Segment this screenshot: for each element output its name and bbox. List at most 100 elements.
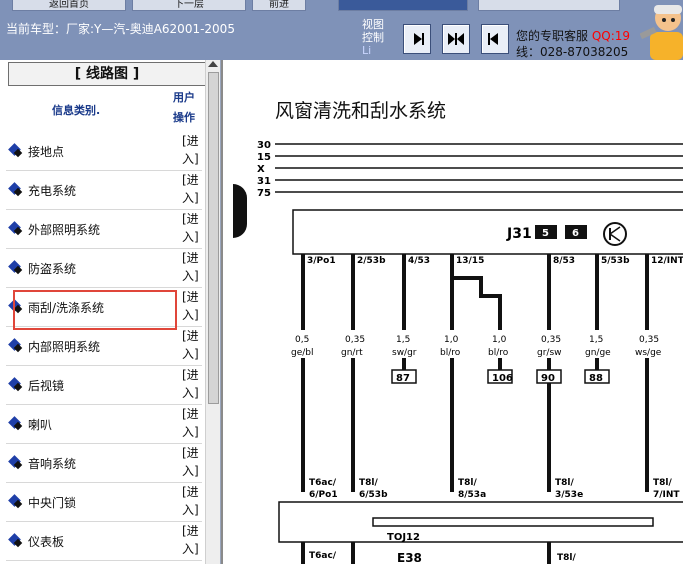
pin-label: 12/INT	[651, 256, 683, 266]
enter-link[interactable]: [进入]	[182, 522, 204, 558]
enter-link[interactable]: [进入]	[182, 366, 204, 402]
column-action: 用户操作	[173, 91, 195, 124]
arrow-right-icon	[414, 33, 424, 45]
category-icon-shadow	[13, 421, 23, 431]
connector-label: T8l/	[458, 478, 477, 488]
list-item[interactable]: 仪表板 [进入]	[6, 522, 202, 561]
enter-link[interactable]: [进入]	[182, 327, 204, 363]
wire-size: 1,0	[444, 335, 459, 345]
customer-service: 您的专职客服 QQ:19 线：028-87038205	[516, 28, 630, 60]
wiring-diagram-panel: 风窗清洗和刮水系统 30 15 X 31 75 J31 5 6 3/Po1 2/53b 4/53 13…	[221, 60, 683, 564]
enter-link[interactable]: [进入]	[182, 171, 204, 207]
module-name: J31	[506, 226, 532, 242]
next-level-button[interactable]: 下一层	[132, 0, 246, 11]
view-control-text: 视图控制	[362, 18, 384, 44]
category-label[interactable]: 防盗系统	[28, 260, 76, 277]
transistor-icon	[603, 222, 627, 246]
wire-color: ge/bl	[291, 348, 314, 358]
connector-label: T6ac/	[309, 551, 337, 561]
list-item[interactable]: 外部照明系统 [进入]	[6, 210, 202, 249]
category-label[interactable]: 内部照明系统	[28, 338, 100, 355]
list-item[interactable]: 防盗系统 [进入]	[6, 249, 202, 288]
category-icon-shadow	[13, 382, 23, 392]
column-category: 信息类别.	[52, 104, 101, 117]
service-label: 您的专职客服	[516, 29, 589, 43]
category-label[interactable]: 喇叭	[28, 416, 52, 433]
enter-link[interactable]: [进入]	[182, 249, 204, 285]
wire-size: 1,5	[589, 335, 603, 345]
sidebar-title: [ 线路图 ]	[8, 62, 206, 86]
category-icon-shadow	[13, 499, 23, 509]
wire-size: 0,35	[345, 335, 365, 345]
rail-label: 30	[257, 140, 271, 151]
list-item[interactable]: 内部照明系统 [进入]	[6, 327, 202, 366]
wire-size: 1,5	[396, 335, 410, 345]
enter-link[interactable]: [进入]	[182, 483, 204, 519]
list-item[interactable]: 中央门锁 [进入]	[6, 483, 202, 522]
list-item[interactable]: 喇叭 [进入]	[6, 405, 202, 444]
pin-label: 4/53	[408, 256, 430, 266]
rail-label: X	[257, 164, 265, 175]
top-bar: 返回首页 下一层 前进	[0, 0, 683, 18]
rail-label: 75	[257, 188, 271, 199]
mascot-image	[639, 0, 683, 60]
category-icon-shadow	[13, 187, 23, 197]
service-qq[interactable]: QQ:19	[592, 29, 630, 43]
wire-color: sw/gr	[392, 348, 417, 358]
component-box	[278, 501, 683, 543]
pin-label: 8/53	[553, 256, 575, 266]
forward-button[interactable]: 前进	[252, 0, 306, 11]
connector-label: 7/INT	[653, 490, 680, 500]
arrow-left-icon	[488, 33, 498, 45]
pin-label: 13/15	[456, 256, 484, 266]
scroll-up-icon[interactable]	[208, 61, 218, 67]
category-label[interactable]: 仪表板	[28, 533, 64, 550]
wire-color: bl/ro	[488, 348, 509, 358]
sidebar-scrollbar[interactable]	[205, 60, 220, 564]
category-label[interactable]: 后视镜	[28, 377, 64, 394]
toolbar: 当前车型：厂家:Y—汽-奥迪A62001-2005 视图控制 Li 您的专职客服…	[0, 18, 683, 60]
view-both-button[interactable]	[442, 24, 470, 54]
category-label[interactable]: 音响系统	[28, 455, 76, 472]
module-box-2-label: 6	[572, 228, 579, 239]
category-label[interactable]: 接地点	[28, 143, 64, 160]
category-label[interactable]: 充电系统	[28, 182, 76, 199]
list-item[interactable]: 后视镜 [进入]	[6, 366, 202, 405]
connector-label: T8l/	[359, 478, 378, 488]
top-tab[interactable]	[478, 0, 620, 11]
rail-label: 31	[257, 176, 271, 187]
enter-link[interactable]: [进入]	[182, 444, 204, 480]
ref-label: 87	[396, 373, 410, 384]
home-button[interactable]: 返回首页	[12, 0, 126, 11]
category-label[interactable]: 外部照明系统	[28, 221, 100, 238]
arrow-both-icon	[448, 33, 464, 45]
connector-label: 6/53b	[359, 490, 388, 500]
enter-link[interactable]: [进入]	[182, 288, 204, 324]
enter-link[interactable]: [进入]	[182, 210, 204, 246]
view-left-button[interactable]	[481, 24, 509, 54]
ref-label: 88	[589, 373, 603, 384]
ref-label: 106	[492, 373, 513, 384]
wire-size: 1,0	[492, 335, 507, 345]
list-item[interactable]: 音响系统 [进入]	[6, 444, 202, 483]
component-label-2: E38	[397, 551, 422, 564]
wire-color: gn/rt	[341, 348, 363, 358]
module-box-1-label: 5	[542, 228, 549, 239]
scroll-thumb[interactable]	[208, 72, 219, 404]
category-icon-shadow	[13, 460, 23, 470]
list-item[interactable]: 充电系统 [进入]	[6, 171, 202, 210]
enter-link[interactable]: [进入]	[182, 405, 204, 441]
category-icon-shadow	[13, 265, 23, 275]
view-right-button[interactable]	[403, 24, 431, 54]
enter-link[interactable]: [进入]	[182, 132, 204, 168]
wire-color: ws/ge	[635, 348, 662, 358]
wire-size: 0,5	[295, 335, 309, 345]
list-item[interactable]: 接地点 [进入]	[6, 132, 202, 171]
wiring-diagram: 3015X3175 J31 5 6 3/Po1 2/53b 4/53 13/15 8/53 5/5…	[257, 140, 683, 564]
category-label[interactable]: 中央门锁	[28, 494, 76, 511]
wire-color: bl/ro	[440, 348, 461, 358]
rail-label: 15	[257, 152, 271, 163]
top-tab-active[interactable]	[338, 0, 468, 11]
category-icon-shadow	[13, 343, 23, 353]
module-box	[292, 209, 683, 255]
